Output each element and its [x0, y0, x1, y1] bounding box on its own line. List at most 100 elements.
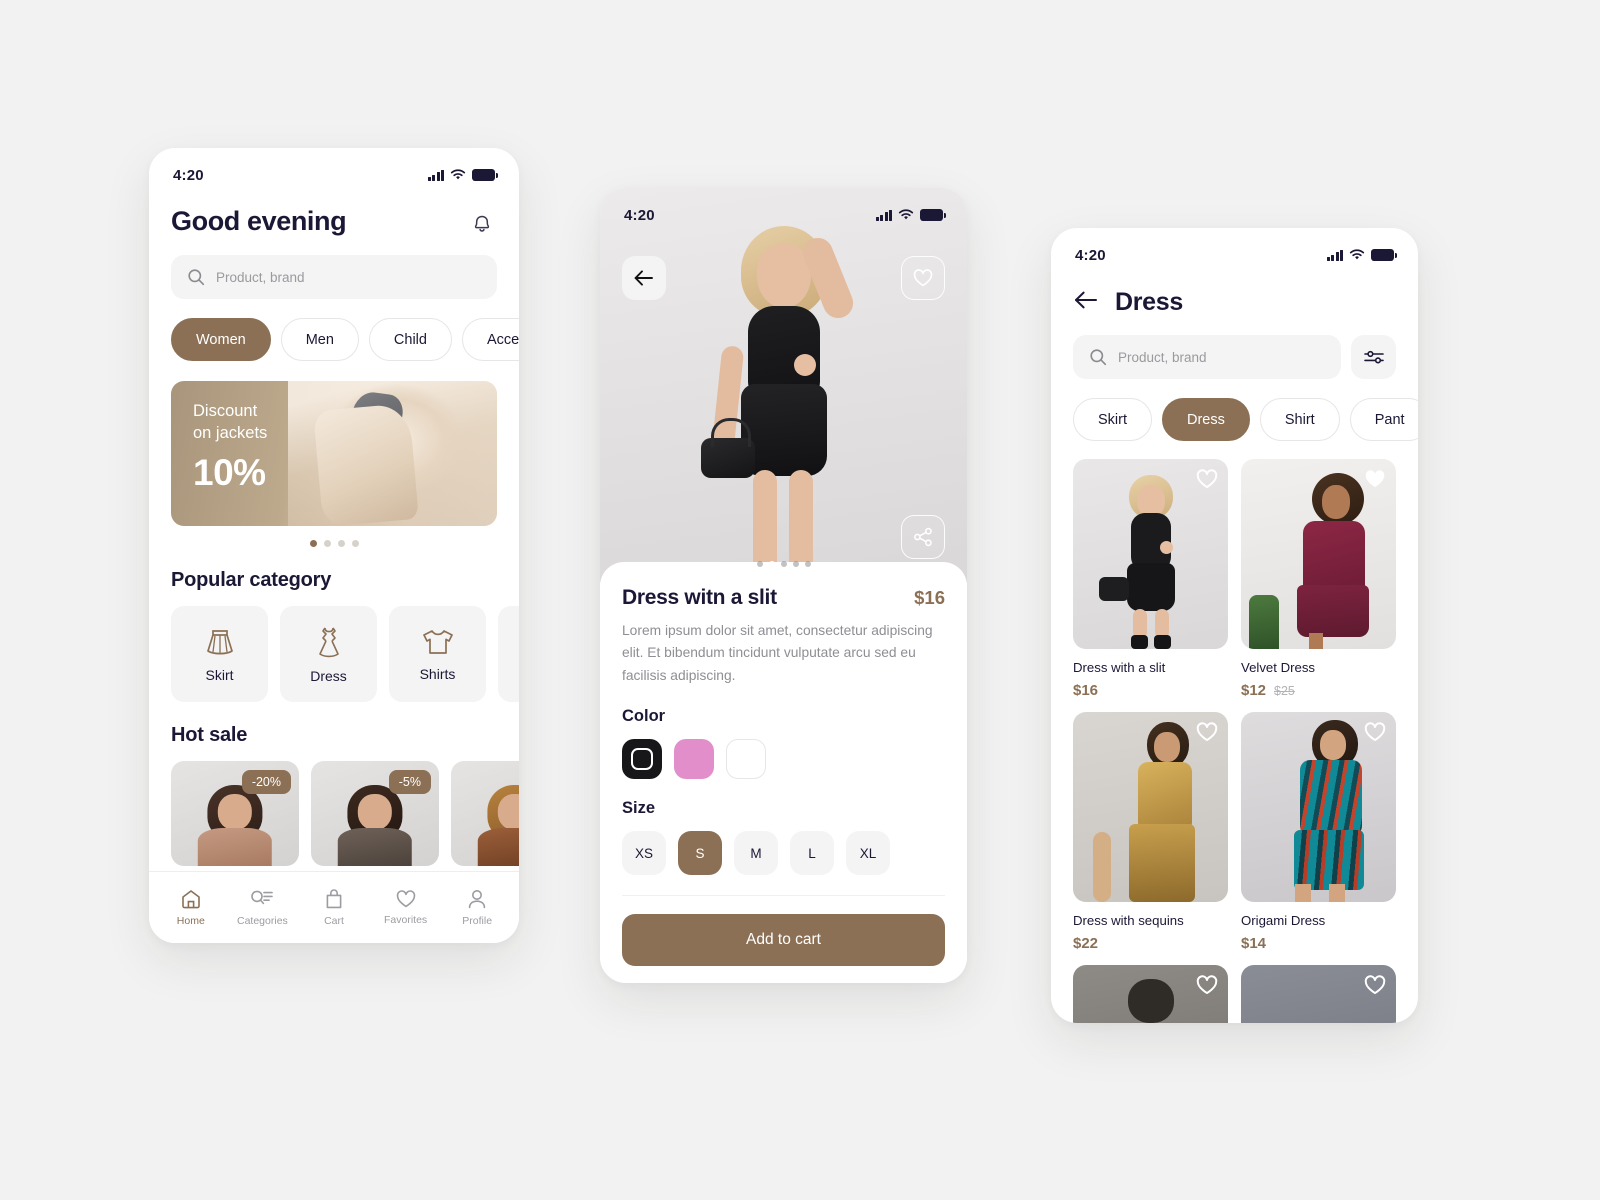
gallery-dot[interactable]	[756, 561, 763, 567]
favorite-icon[interactable]	[1363, 468, 1387, 495]
product-card[interactable]: Origami Dress $14	[1241, 712, 1396, 952]
price-row: $16	[1073, 682, 1228, 699]
size-options[interactable]: XS S M L XL	[622, 831, 945, 876]
status-icons	[875, 209, 946, 221]
color-swatch-white[interactable]	[726, 739, 766, 780]
person-icon	[468, 890, 486, 909]
tab-home[interactable]: Home	[158, 888, 224, 927]
product-name: Origami Dress	[1241, 913, 1326, 928]
notification-button[interactable]	[467, 207, 497, 237]
home-icon	[181, 890, 200, 909]
banner-dot[interactable]	[351, 540, 359, 547]
search-section: Product, brand	[149, 237, 519, 299]
back-button[interactable]	[622, 256, 666, 300]
search-input[interactable]: Product, brand	[171, 255, 497, 299]
product-card[interactable]: Velvet Dress $12 $25	[1241, 459, 1396, 699]
product-card[interactable]	[1241, 965, 1396, 1023]
size-xs[interactable]: XS	[622, 831, 666, 876]
tab-categories[interactable]: Categories	[229, 888, 295, 927]
product-image	[695, 226, 873, 583]
gallery-pagination[interactable]	[756, 561, 811, 567]
size-m[interactable]: M	[734, 831, 778, 876]
popular-category-row: Skirt Dress Shirts	[149, 592, 519, 702]
tab-label: Profile	[462, 915, 493, 927]
hot-sale-card[interactable]: -5%	[311, 761, 439, 866]
category-card-dress[interactable]: Dress	[280, 606, 377, 702]
dress-icon	[318, 627, 339, 657]
tab-label: Home	[176, 915, 205, 927]
favorite-icon[interactable]	[1195, 721, 1219, 748]
chip-women[interactable]: Women	[171, 318, 271, 361]
arrow-left-icon	[1075, 291, 1097, 309]
bottom-tab-bar[interactable]: Home Categories Cart Favorites Profile	[149, 871, 519, 943]
filter-icon	[1363, 350, 1384, 364]
hot-sale-card[interactable]: -20%	[171, 761, 299, 866]
product-card[interactable]	[1073, 965, 1228, 1023]
product-card[interactable]: Dress with sequins $22	[1073, 712, 1228, 952]
gallery-dot[interactable]	[792, 561, 799, 567]
product-gallery[interactable]: 4:20	[600, 188, 967, 583]
color-options[interactable]	[622, 739, 945, 780]
color-swatch-black[interactable]	[622, 739, 662, 780]
search-input[interactable]: Product, brand	[1073, 335, 1341, 379]
chip-skirt[interactable]: Skirt	[1073, 398, 1152, 441]
product-thumbnail[interactable]	[1073, 459, 1228, 649]
category-label: Shirts	[419, 665, 456, 682]
signal-icon	[875, 209, 892, 221]
hot-sale-row: -20% -5%	[149, 747, 519, 866]
product-price: $14	[1241, 935, 1267, 952]
category-card-next[interactable]	[498, 606, 519, 702]
add-to-cart-button[interactable]: Add to cart	[622, 914, 945, 967]
product-title: Dress witn a slit	[622, 586, 777, 609]
product-thumbnail[interactable]	[1241, 459, 1396, 649]
gallery-dot[interactable]	[804, 561, 811, 567]
chip-pant[interactable]: Pant	[1349, 398, 1418, 441]
tab-profile[interactable]: Profile	[444, 888, 510, 927]
status-time: 4:20	[1075, 246, 1106, 264]
favorite-button[interactable]	[901, 256, 945, 300]
favorite-icon[interactable]	[1363, 721, 1387, 748]
chip-child[interactable]: Child	[368, 318, 452, 361]
banner-dot[interactable]	[323, 540, 331, 547]
chip-shirt[interactable]: Shirt	[1259, 398, 1340, 441]
search-section: Product, brand	[1051, 317, 1418, 379]
banner-dot[interactable]	[337, 540, 345, 547]
banner-pagination[interactable]	[149, 526, 519, 547]
product-thumbnail[interactable]	[1073, 965, 1228, 1023]
size-s[interactable]: S	[678, 831, 722, 876]
chip-accessories[interactable]: Accessories	[461, 318, 519, 361]
size-l[interactable]: L	[790, 831, 834, 876]
catalog-header: Dress	[1051, 270, 1418, 317]
category-card-shirts[interactable]: Shirts	[389, 606, 486, 702]
gallery-dot[interactable]	[780, 561, 787, 567]
category-label: Skirt	[205, 666, 234, 683]
promo-banner[interactable]: Discount on jackets 10%	[171, 381, 497, 526]
bell-icon	[474, 215, 490, 232]
product-card[interactable]: Dress with a slit $16	[1073, 459, 1228, 699]
categories-icon	[251, 890, 274, 905]
color-swatch-pink[interactable]	[674, 739, 714, 780]
product-thumbnail[interactable]	[1073, 712, 1228, 902]
tab-favorites[interactable]: Favorites	[373, 889, 439, 926]
chip-men[interactable]: Men	[280, 318, 359, 361]
category-chip-row[interactable]: Women Men Child Accessories	[149, 299, 519, 361]
category-card-skirt[interactable]: Skirt	[171, 606, 268, 702]
filter-chip-row[interactable]: Skirt Dress Shirt Pant	[1051, 379, 1418, 441]
hot-sale-heading: Hot sale	[171, 724, 248, 746]
size-xl[interactable]: XL	[846, 831, 890, 876]
product-thumbnail[interactable]	[1241, 965, 1396, 1023]
back-button[interactable]	[1073, 290, 1099, 315]
banner-line2: on jackets	[193, 423, 268, 442]
tab-cart[interactable]: Cart	[301, 888, 367, 927]
chip-dress[interactable]: Dress	[1162, 398, 1250, 441]
favorite-icon[interactable]	[1363, 974, 1387, 1001]
favorite-icon[interactable]	[1195, 468, 1219, 495]
product-name: Velvet Dress	[1241, 660, 1316, 675]
filter-button[interactable]	[1351, 335, 1396, 379]
share-button[interactable]	[901, 515, 945, 559]
hot-sale-card[interactable]	[451, 761, 519, 866]
banner-dot[interactable]	[309, 540, 317, 547]
favorite-icon[interactable]	[1195, 974, 1219, 1001]
gallery-dot[interactable]	[768, 561, 775, 567]
product-thumbnail[interactable]	[1241, 712, 1396, 902]
